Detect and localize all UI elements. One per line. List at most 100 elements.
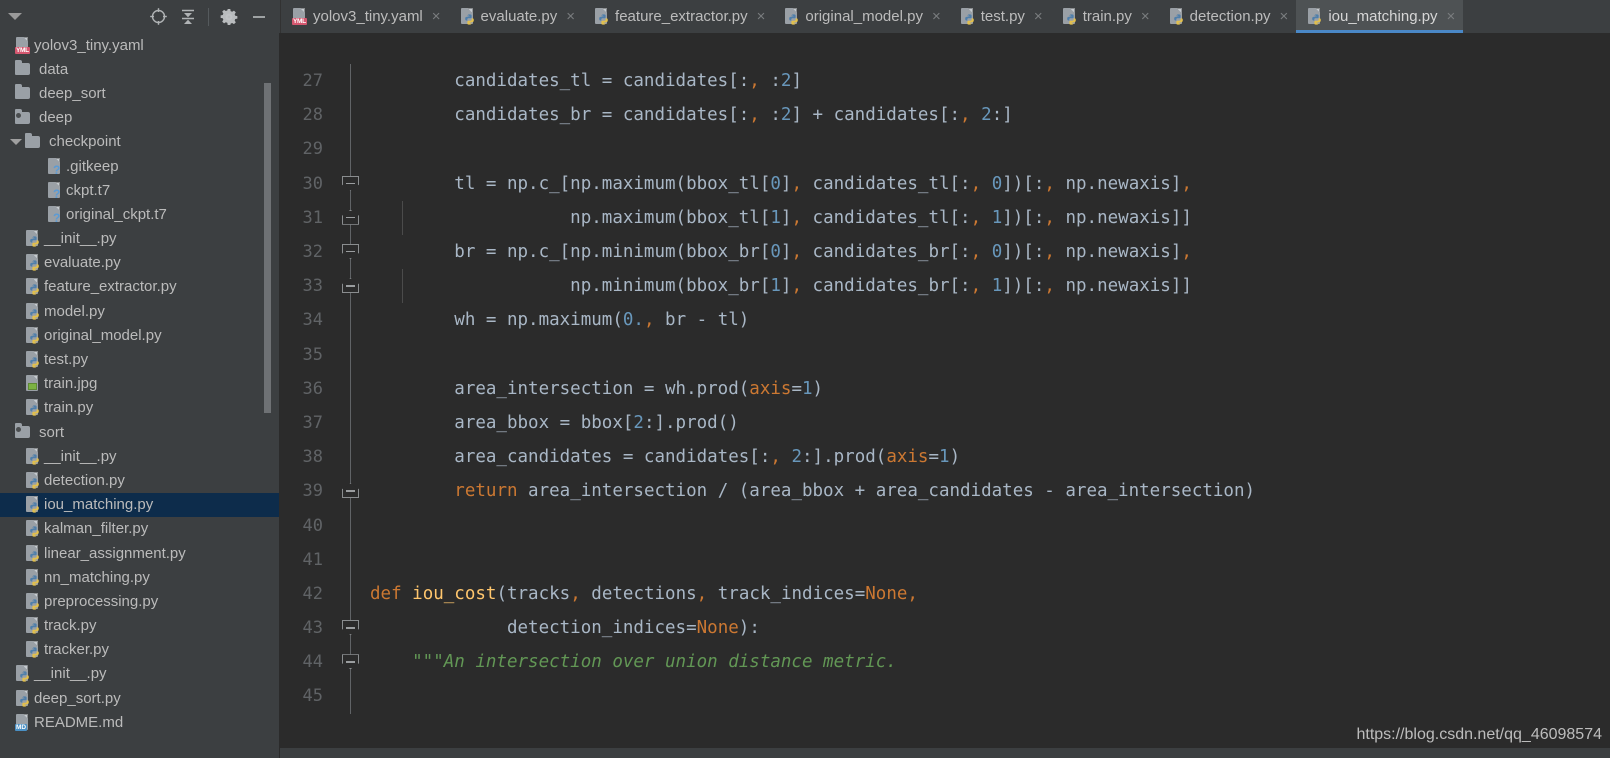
fold-gutter[interactable]: [332, 679, 370, 714]
tree-item-detection-py[interactable]: detection.py: [0, 468, 280, 492]
fold-gutter[interactable]: [332, 440, 370, 475]
tree-item-iou-matching-py[interactable]: iou_matching.py: [0, 492, 280, 517]
fold-gutter[interactable]: [332, 337, 370, 372]
code-line[interactable]: 45: [280, 679, 1610, 714]
fold-gutter[interactable]: [332, 98, 370, 133]
fold-close-marker[interactable]: [342, 278, 359, 294]
code-line[interactable]: 29: [280, 132, 1610, 167]
editor-tab-evaluate-py[interactable]: evaluate.py ×: [449, 0, 584, 33]
tree-item-ckpt-t7[interactable]: ? ckpt.t7: [0, 178, 280, 202]
fold-gutter[interactable]: [332, 132, 370, 167]
crosshair-target-icon[interactable]: [143, 2, 173, 32]
code-line[interactable]: 39 return area_intersection / (area_bbox…: [280, 474, 1610, 509]
gear-icon[interactable]: [214, 2, 244, 32]
tree-item--init-py[interactable]: __init__.py: [0, 227, 280, 251]
code-line[interactable]: 28 candidates_br = candidates[:, :2] + c…: [280, 98, 1610, 133]
fold-gutter[interactable]: [332, 371, 370, 406]
code-line[interactable]: 38 area_candidates = candidates[:, 2:].p…: [280, 440, 1610, 475]
fold-gutter[interactable]: [332, 645, 370, 680]
fold-gutter[interactable]: [332, 611, 370, 646]
editor-tab-train-py[interactable]: train.py ×: [1051, 0, 1158, 33]
tree-item-preprocessing-py[interactable]: preprocessing.py: [0, 589, 280, 613]
close-icon[interactable]: ×: [432, 9, 441, 24]
code-line[interactable]: 27 candidates_tl = candidates[:, :2]: [280, 64, 1610, 99]
fold-gutter[interactable]: [332, 200, 370, 235]
code-line[interactable]: 41: [280, 542, 1610, 577]
code-line[interactable]: 43 detection_indices=None):: [280, 611, 1610, 646]
close-icon[interactable]: ×: [566, 9, 575, 24]
code-line[interactable]: 42 def iou_cost(tracks, detections, track…: [280, 576, 1610, 611]
chevron-expanded-icon[interactable]: [10, 138, 22, 145]
code-line[interactable]: 35: [280, 337, 1610, 372]
fold-gutter[interactable]: [332, 508, 370, 543]
tree-item-original-ckpt-t7[interactable]: ? original_ckpt.t7: [0, 202, 280, 226]
fold-gutter[interactable]: [332, 405, 370, 441]
tree-item-deep-sort-py[interactable]: deep_sort.py: [0, 686, 280, 710]
tree-item-sort[interactable]: sort: [0, 420, 280, 444]
tree-item-train-py[interactable]: train.py: [0, 396, 280, 420]
tree-item-checkpoint[interactable]: checkpoint: [0, 130, 280, 154]
collapse-all-icon[interactable]: [173, 2, 203, 32]
tree-item-deep[interactable]: deep: [0, 106, 280, 130]
code-line[interactable]: 31 np.maximum(bbox_tl[1], candidates_tl[…: [280, 200, 1610, 235]
tree-item--init-py[interactable]: __init__.py: [0, 444, 280, 468]
fold-close-marker[interactable]: [342, 483, 359, 499]
fold-open-marker[interactable]: [342, 620, 359, 635]
project-tree-scrollbar[interactable]: [264, 83, 271, 413]
tree-item-deep-sort[interactable]: deep_sort: [0, 81, 280, 105]
close-icon[interactable]: ×: [1280, 9, 1289, 24]
fold-gutter[interactable]: [332, 542, 370, 577]
close-icon[interactable]: ×: [1141, 9, 1150, 24]
tree-item-linear-assignment-py[interactable]: linear_assignment.py: [0, 541, 280, 565]
tree-item-tracker-py[interactable]: tracker.py: [0, 638, 280, 662]
code-line[interactable]: 34 wh = np.maximum(0., br - tl): [280, 303, 1610, 338]
editor-tab-feature-extractor-py[interactable]: feature_extractor.py ×: [583, 0, 773, 33]
editor-tab-detection-py[interactable]: detection.py ×: [1158, 0, 1297, 33]
tree-item-track-py[interactable]: track.py: [0, 614, 280, 638]
fold-gutter[interactable]: [332, 303, 370, 338]
project-tree[interactable]: YML yolov3_tiny.yaml data deep_sort deep chec…: [0, 33, 280, 758]
tree-item-train-jpg[interactable]: train.jpg: [0, 372, 280, 396]
editor-tab-strip[interactable]: YML yolov3_tiny.yaml × evaluate.py × feature_…: [280, 0, 1610, 33]
fold-close-marker[interactable]: [342, 209, 359, 225]
editor-tab-original-model-py[interactable]: original_model.py ×: [773, 0, 948, 33]
fold-open-marker[interactable]: [342, 175, 359, 191]
tree-item-test-py[interactable]: test.py: [0, 347, 280, 371]
editor-tab-yolov3-tiny-yaml[interactable]: YML yolov3_tiny.yaml ×: [281, 0, 449, 33]
code-line[interactable]: 37 area_bbox = bbox[2:].prod(): [280, 405, 1610, 441]
close-icon[interactable]: ×: [1447, 9, 1456, 24]
tree-item-kalman-filter-py[interactable]: kalman_filter.py: [0, 517, 280, 541]
fold-gutter[interactable]: [332, 576, 370, 611]
fold-open-marker[interactable]: [342, 243, 359, 259]
tree-item--init-py[interactable]: __init__.py: [0, 662, 280, 686]
editor-tab-test-py[interactable]: test.py ×: [949, 0, 1051, 33]
tree-item-readme-md[interactable]: MD README.md: [0, 710, 280, 734]
code-editor[interactable]: 27 candidates_tl = candidates[:, :2] 28 c…: [280, 33, 1610, 758]
minimize-icon[interactable]: [244, 2, 274, 32]
close-icon[interactable]: ×: [757, 9, 766, 24]
tree-item-nn-matching-py[interactable]: nn_matching.py: [0, 565, 280, 589]
code-line[interactable]: 44 """An intersection over union distanc…: [280, 645, 1610, 680]
chevron-down-icon[interactable]: [7, 13, 22, 20]
tree-item-model-py[interactable]: model.py: [0, 299, 280, 323]
tree-item-feature-extractor-py[interactable]: feature_extractor.py: [0, 275, 280, 299]
fold-open-marker[interactable]: [342, 654, 359, 670]
code-line[interactable]: 32 br = np.c_[np.minimum(bbox_br[0], can…: [280, 234, 1610, 270]
code-line[interactable]: 33 np.minimum(bbox_br[1], candidates_br[…: [280, 269, 1610, 304]
fold-gutter[interactable]: [332, 474, 370, 509]
fold-gutter[interactable]: [332, 64, 370, 99]
tree-item-evaluate-py[interactable]: evaluate.py: [0, 251, 280, 275]
fold-gutter[interactable]: [332, 166, 370, 201]
fold-gutter[interactable]: [332, 269, 370, 304]
tree-item-yolov3-tiny-yaml[interactable]: YML yolov3_tiny.yaml: [0, 33, 280, 57]
code-line[interactable]: 36 area_intersection = wh.prod(axis=1): [280, 371, 1610, 406]
tree-item--gitkeep[interactable]: ? .gitkeep: [0, 154, 280, 178]
fold-gutter[interactable]: [332, 234, 370, 270]
code-lines[interactable]: 27 candidates_tl = candidates[:, :2] 28 c…: [280, 64, 1610, 758]
close-icon[interactable]: ×: [1034, 9, 1043, 24]
code-line[interactable]: 40: [280, 508, 1610, 543]
tree-item-data[interactable]: data: [0, 57, 280, 81]
tree-item-original-model-py[interactable]: original_model.py: [0, 323, 280, 347]
editor-tab-iou-matching-py[interactable]: iou_matching.py ×: [1296, 0, 1464, 33]
close-icon[interactable]: ×: [932, 9, 941, 24]
